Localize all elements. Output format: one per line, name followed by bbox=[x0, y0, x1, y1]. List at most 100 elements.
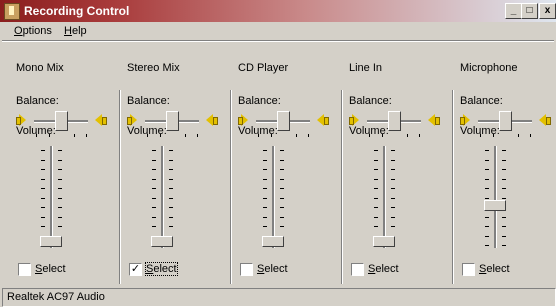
channel-separator bbox=[119, 90, 121, 284]
volume-slider-track[interactable] bbox=[494, 146, 497, 248]
title-bar[interactable]: Recording Control _ □ x bbox=[0, 0, 556, 22]
select-checkbox[interactable] bbox=[462, 263, 475, 276]
volume-tick bbox=[485, 150, 489, 151]
volume-tick bbox=[391, 188, 395, 189]
select-label[interactable]: Select bbox=[145, 262, 178, 276]
volume-tick bbox=[391, 216, 395, 218]
balance-tick bbox=[295, 134, 297, 137]
volume-tick bbox=[58, 207, 62, 208]
volume-slider-track[interactable] bbox=[272, 146, 275, 248]
volume-tick bbox=[58, 226, 62, 227]
app-icon[interactable] bbox=[4, 3, 20, 20]
volume-tick bbox=[58, 197, 62, 199]
volume-tick bbox=[485, 245, 489, 246]
volume-tick bbox=[374, 216, 378, 218]
volume-tick bbox=[502, 178, 506, 180]
volume-slider-track[interactable] bbox=[383, 146, 386, 248]
balance-tick bbox=[517, 134, 519, 137]
balance-slider-thumb[interactable] bbox=[55, 111, 68, 131]
select-checkbox[interactable] bbox=[351, 263, 364, 276]
volume-slider-track[interactable] bbox=[161, 146, 164, 248]
select-label[interactable]: Select bbox=[35, 263, 66, 275]
volume-tick bbox=[502, 169, 506, 170]
volume-slider-thumb[interactable] bbox=[484, 200, 506, 211]
balance-tick bbox=[308, 134, 309, 137]
volume-tick bbox=[391, 178, 395, 180]
volume-tick bbox=[169, 150, 173, 151]
volume-tick bbox=[58, 159, 62, 161]
volume-slider-thumb[interactable] bbox=[262, 236, 284, 247]
balance-slider-thumb[interactable] bbox=[277, 111, 290, 131]
volume-tick bbox=[374, 197, 378, 199]
volume-tick bbox=[374, 169, 378, 170]
menu-help[interactable]: Help bbox=[64, 25, 87, 37]
volume-label: Volume: bbox=[349, 125, 389, 137]
volume-tick bbox=[263, 216, 267, 218]
volume-tick bbox=[263, 169, 267, 170]
volume-tick bbox=[169, 226, 173, 227]
volume-tick bbox=[391, 169, 395, 170]
volume-tick bbox=[502, 197, 506, 199]
volume-tick bbox=[374, 178, 378, 180]
volume-tick bbox=[485, 169, 489, 170]
volume-tick bbox=[374, 226, 378, 227]
volume-tick bbox=[41, 178, 45, 180]
status-bar: Realtek AC97 Audio bbox=[2, 288, 556, 307]
volume-tick bbox=[41, 216, 45, 218]
balance-label: Balance: bbox=[16, 95, 59, 107]
minimize-button[interactable]: _ bbox=[505, 3, 522, 19]
volume-tick bbox=[41, 226, 45, 227]
volume-slider-track[interactable] bbox=[50, 146, 53, 248]
balance-tick bbox=[73, 134, 75, 137]
volume-tick bbox=[485, 178, 489, 180]
volume-tick bbox=[263, 207, 267, 208]
select-checkbox[interactable] bbox=[240, 263, 253, 276]
volume-tick bbox=[58, 178, 62, 180]
volume-tick bbox=[152, 207, 156, 208]
volume-tick bbox=[485, 235, 489, 237]
volume-tick bbox=[152, 188, 156, 189]
volume-tick bbox=[58, 150, 62, 151]
close-button[interactable]: x bbox=[539, 3, 556, 19]
select-label[interactable]: Select bbox=[257, 263, 288, 275]
volume-tick bbox=[485, 226, 489, 227]
volume-tick bbox=[58, 169, 62, 170]
volume-slider-thumb[interactable] bbox=[373, 236, 395, 247]
volume-tick bbox=[280, 216, 284, 218]
volume-slider-thumb[interactable] bbox=[40, 236, 62, 247]
menu-divider bbox=[2, 40, 554, 42]
volume-tick bbox=[152, 159, 156, 161]
volume-label: Volume: bbox=[127, 125, 167, 137]
volume-tick bbox=[41, 197, 45, 199]
volume-tick bbox=[169, 188, 173, 189]
channel-name: Line In bbox=[349, 62, 383, 74]
channel-separator bbox=[230, 90, 232, 284]
balance-slider-thumb[interactable] bbox=[499, 111, 512, 131]
volume-tick bbox=[152, 169, 156, 170]
speaker-right-icon bbox=[206, 114, 218, 126]
balance-slider-thumb[interactable] bbox=[388, 111, 401, 131]
select-label[interactable]: Select bbox=[368, 263, 399, 275]
volume-tick bbox=[485, 188, 489, 189]
volume-tick bbox=[280, 188, 284, 189]
volume-tick bbox=[263, 178, 267, 180]
volume-slider-thumb[interactable] bbox=[151, 236, 173, 247]
balance-label: Balance: bbox=[349, 95, 392, 107]
balance-label: Balance: bbox=[127, 95, 170, 107]
select-checkbox[interactable] bbox=[18, 263, 31, 276]
volume-tick bbox=[41, 159, 45, 161]
balance-tick bbox=[184, 134, 186, 137]
balance-tick bbox=[419, 134, 420, 137]
maximize-button[interactable]: □ bbox=[521, 3, 538, 19]
menu-options[interactable]: Options bbox=[14, 25, 52, 37]
select-checkbox[interactable]: ✓ bbox=[129, 263, 142, 276]
balance-slider-thumb[interactable] bbox=[166, 111, 179, 131]
channel-name: Stereo Mix bbox=[127, 62, 180, 74]
channel-name: CD Player bbox=[238, 62, 289, 74]
speaker-right-icon bbox=[95, 114, 107, 126]
volume-tick bbox=[280, 159, 284, 161]
volume-tick bbox=[502, 216, 506, 218]
volume-tick bbox=[152, 197, 156, 199]
select-label[interactable]: Select bbox=[479, 263, 510, 275]
volume-tick bbox=[502, 188, 506, 189]
